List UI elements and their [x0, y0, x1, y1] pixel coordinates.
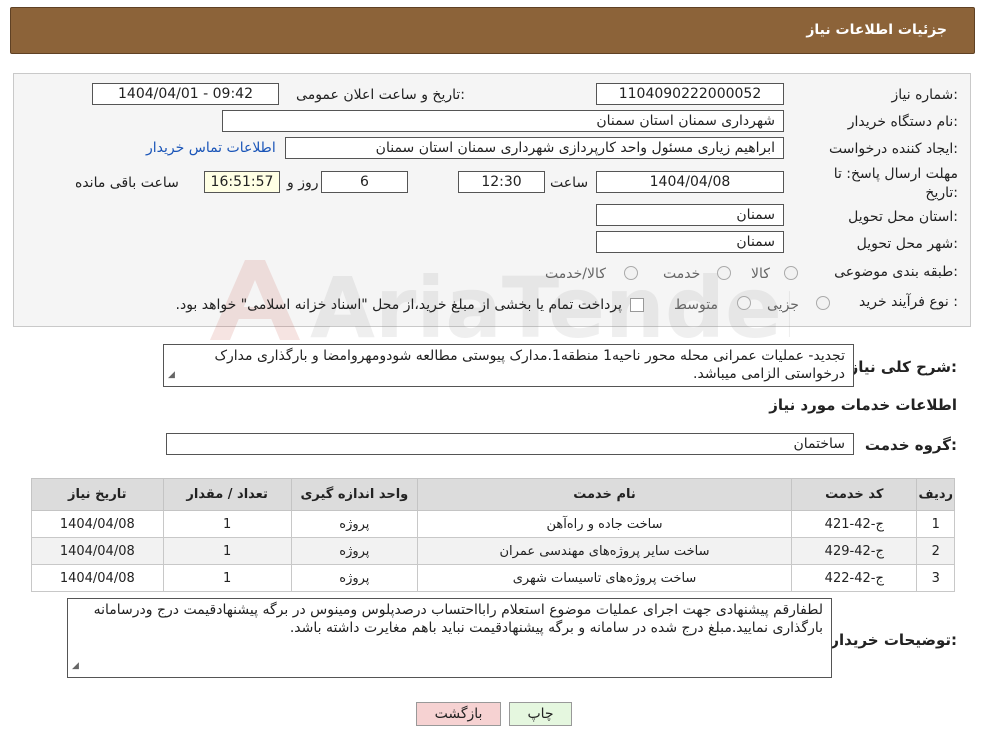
col-date: تاریخ نیاز [31, 478, 164, 511]
process-medium-radio[interactable] [737, 296, 751, 310]
cell-row: 2 [916, 537, 955, 565]
table-row: 3 ج-42-422 ساخت پروژه‌های تاسیسات شهری پ… [31, 564, 955, 592]
col-code: کد خدمت [791, 478, 918, 511]
days-label: روز و [287, 175, 319, 191]
description-text: تجدید- عملیات عمرانی محله محور ناحیه1 من… [163, 344, 854, 387]
process-minor-radio[interactable] [816, 296, 830, 310]
process-label: نوع فرآیند خرید : [859, 294, 958, 310]
cell-code: ج-42-421 [791, 510, 918, 538]
process-medium-label: متوسط [674, 297, 718, 313]
process-note: پرداخت تمام یا بخشی از مبلغ خرید،از محل … [175, 297, 622, 313]
creator-field: ابراهیم زیاری مسئول واحد کارپردازی شهردا… [285, 137, 784, 159]
buyer-org-field: شهرداری سمنان استان سمنان [222, 110, 784, 132]
buyer-notes-label: توضیحات خریدار: [830, 631, 957, 649]
category-both-label: کالا/خدمت [545, 266, 606, 282]
service-group-field: ساختمان [166, 433, 854, 455]
province-field: سمنان [596, 204, 784, 226]
cell-date: 1404/04/08 [31, 510, 164, 538]
resize-grip-icon[interactable]: ◢ [168, 366, 175, 384]
cell-date: 1404/04/08 [31, 537, 164, 565]
cell-code: ج-42-429 [791, 537, 918, 565]
need-number-label: شماره نیاز: [891, 87, 958, 103]
creator-label: ایجاد کننده درخواست: [829, 141, 958, 157]
cell-name: ساخت جاده و راه‌آهن [416, 510, 793, 538]
col-unit: واحد اندازه گیری [290, 478, 418, 511]
deadline-label-2: تاریخ: [925, 185, 958, 201]
buyer-org-label: نام دستگاه خریدار: [847, 114, 958, 130]
table-row: 1 ج-42-421 ساخت جاده و راه‌آهن پروژه 1 1… [31, 510, 955, 538]
description-label: شرح کلی نیاز: [849, 358, 957, 376]
print-button[interactable]: چاپ [509, 702, 572, 726]
cell-unit: پروژه [290, 510, 418, 538]
buyer-notes-text: لطفارقم پیشنهادی جهت اجرای عملیات موضوع … [93, 602, 823, 636]
cell-code: ج-42-422 [791, 564, 918, 592]
back-button[interactable]: بازگشت [416, 702, 501, 726]
cell-qty: 1 [162, 564, 292, 592]
category-label: طبقه بندی موضوعی: [834, 264, 958, 280]
resize-grip-icon[interactable]: ◢ [72, 657, 79, 675]
col-qty: تعداد / مقدار [162, 478, 292, 511]
col-row: ردیف [916, 478, 955, 511]
cell-unit: پروژه [290, 564, 418, 592]
buyer-contact-link[interactable]: اطلاعات تماس خریدار [146, 140, 276, 156]
category-service-label: خدمت [663, 266, 701, 282]
process-minor-label: جزیی [767, 297, 799, 313]
treasury-checkbox[interactable] [630, 298, 644, 312]
deadline-label: مهلت ارسال پاسخ: تا [833, 166, 958, 182]
cell-qty: 1 [162, 510, 292, 538]
services-section-title: اطلاعات خدمات مورد نیاز [769, 396, 957, 414]
category-goods-label: کالا [751, 266, 770, 282]
service-group-label: گروه خدمت: [864, 436, 957, 454]
cell-date: 1404/04/08 [31, 564, 164, 592]
deadline-date-field: 1404/04/08 [596, 171, 784, 193]
days-field: 6 [321, 171, 408, 193]
announce-label: تاریخ و ساعت اعلان عمومی: [296, 87, 465, 103]
cell-row: 3 [916, 564, 955, 592]
city-label: شهر محل تحویل: [856, 236, 958, 252]
page-title: جزئیات اطلاعات نیاز [806, 22, 947, 38]
cell-name: ساخت سایر پروژه‌های مهندسی عمران [416, 537, 793, 565]
category-goods-radio[interactable] [784, 266, 798, 280]
cell-unit: پروژه [290, 537, 418, 565]
table-row: 2 ج-42-429 ساخت سایر پروژه‌های مهندسی عم… [31, 537, 955, 565]
cell-name: ساخت پروژه‌های تاسیسات شهری [416, 564, 793, 592]
time-label: ساعت [550, 175, 589, 191]
remaining-time-field: 16:51:57 [204, 171, 280, 193]
category-service-radio[interactable] [717, 266, 731, 280]
description-content: تجدید- عملیات عمرانی محله محور ناحیه1 من… [214, 348, 845, 382]
city-field: سمنان [596, 231, 784, 253]
services-table: ردیف کد خدمت نام خدمت واحد اندازه گیری ت… [31, 478, 955, 592]
col-name: نام خدمت [416, 478, 793, 511]
announce-field: 1404/04/01 - 09:42 [92, 83, 279, 105]
need-number-field: 1104090222000052 [596, 83, 784, 105]
buyer-notes-box: لطفارقم پیشنهادی جهت اجرای عملیات موضوع … [67, 598, 832, 678]
page-header: جزئیات اطلاعات نیاز [10, 7, 975, 54]
cell-row: 1 [916, 510, 955, 538]
deadline-time-field: 12:30 [458, 171, 545, 193]
remaining-label: ساعت باقی مانده [75, 175, 179, 191]
table-header-row: ردیف کد خدمت نام خدمت واحد اندازه گیری ت… [31, 478, 955, 511]
cell-qty: 1 [162, 537, 292, 565]
province-label: استان محل تحویل: [848, 209, 958, 225]
category-both-radio[interactable] [624, 266, 638, 280]
